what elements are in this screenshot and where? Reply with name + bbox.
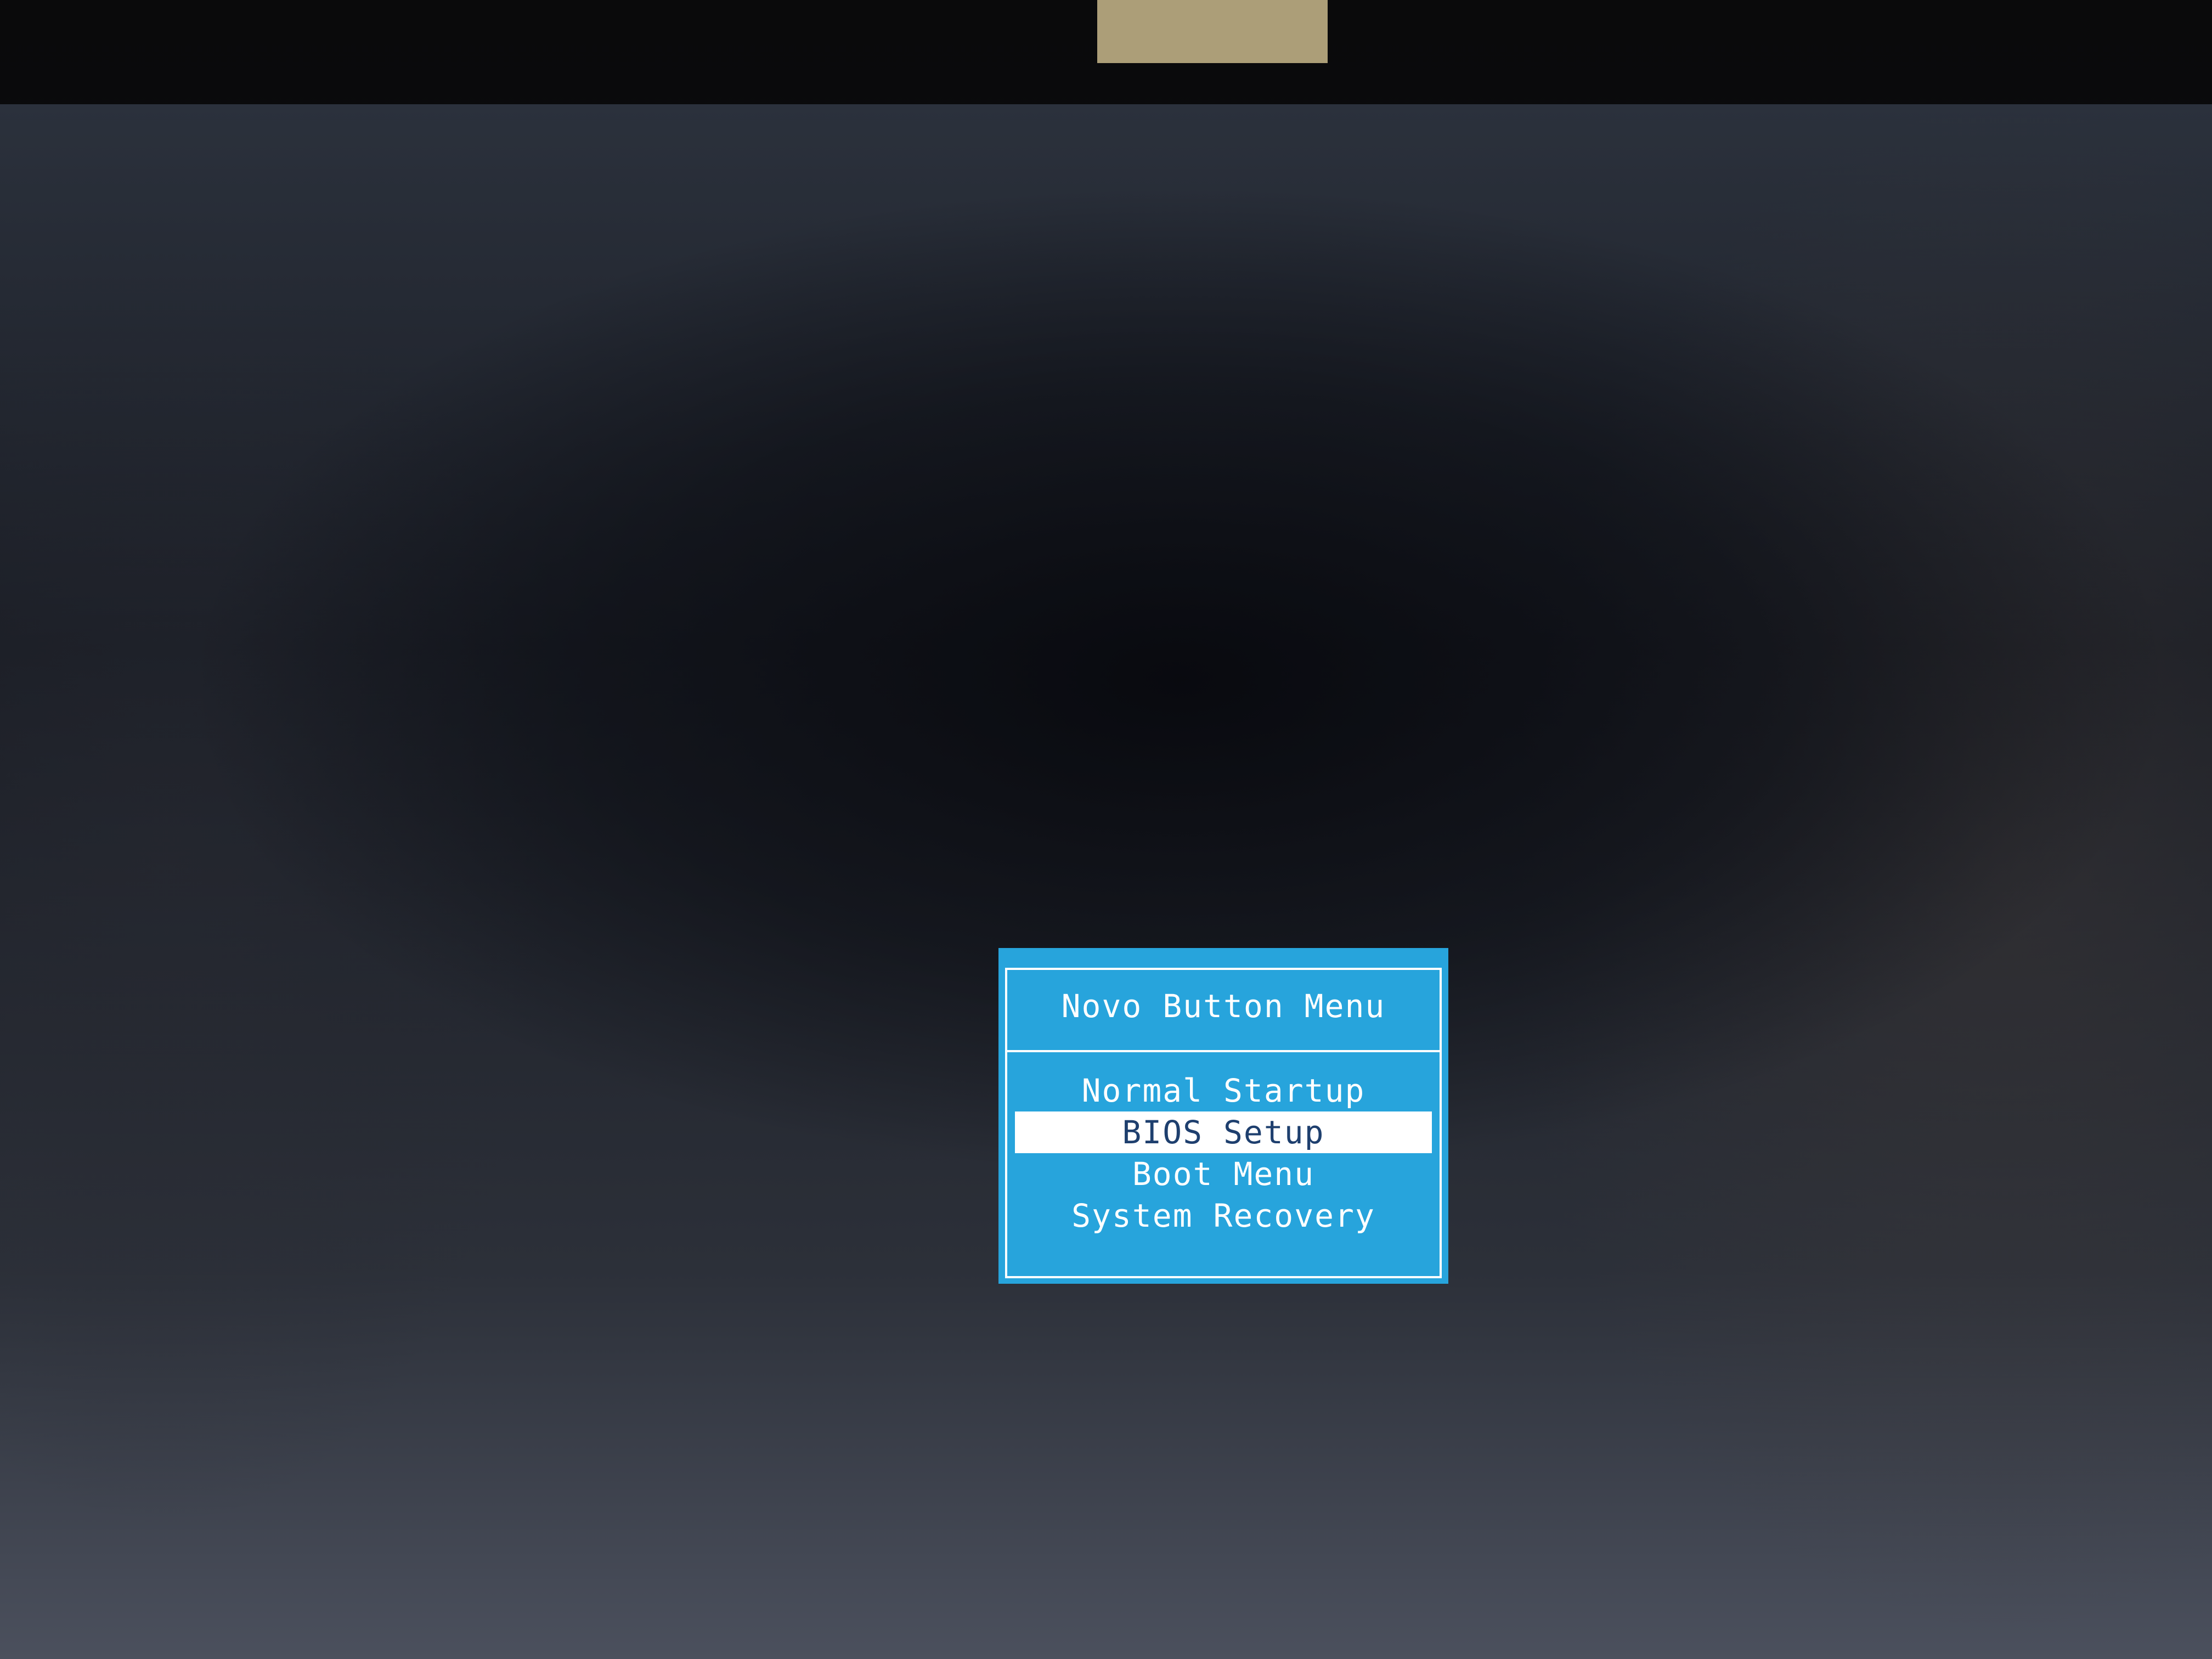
menu-item-system-recovery[interactable]: System Recovery xyxy=(1015,1195,1432,1237)
menu-title: Novo Button Menu xyxy=(1061,988,1386,1025)
menu-item-bios-setup[interactable]: BIOS Setup xyxy=(1015,1111,1432,1153)
menu-item-normal-startup[interactable]: Normal Startup xyxy=(1015,1070,1432,1111)
menu-item-boot-menu[interactable]: Boot Menu xyxy=(1015,1153,1432,1195)
novo-button-menu: Novo Button Menu Normal Startup BIOS Set… xyxy=(998,948,1448,1284)
menu-items-list: Normal Startup BIOS Setup Boot Menu Syst… xyxy=(998,1070,1448,1237)
tape-on-bezel xyxy=(1097,0,1328,63)
screen: Novo Button Menu Normal Startup BIOS Set… xyxy=(0,104,2212,1659)
menu-divider xyxy=(1005,1050,1442,1052)
